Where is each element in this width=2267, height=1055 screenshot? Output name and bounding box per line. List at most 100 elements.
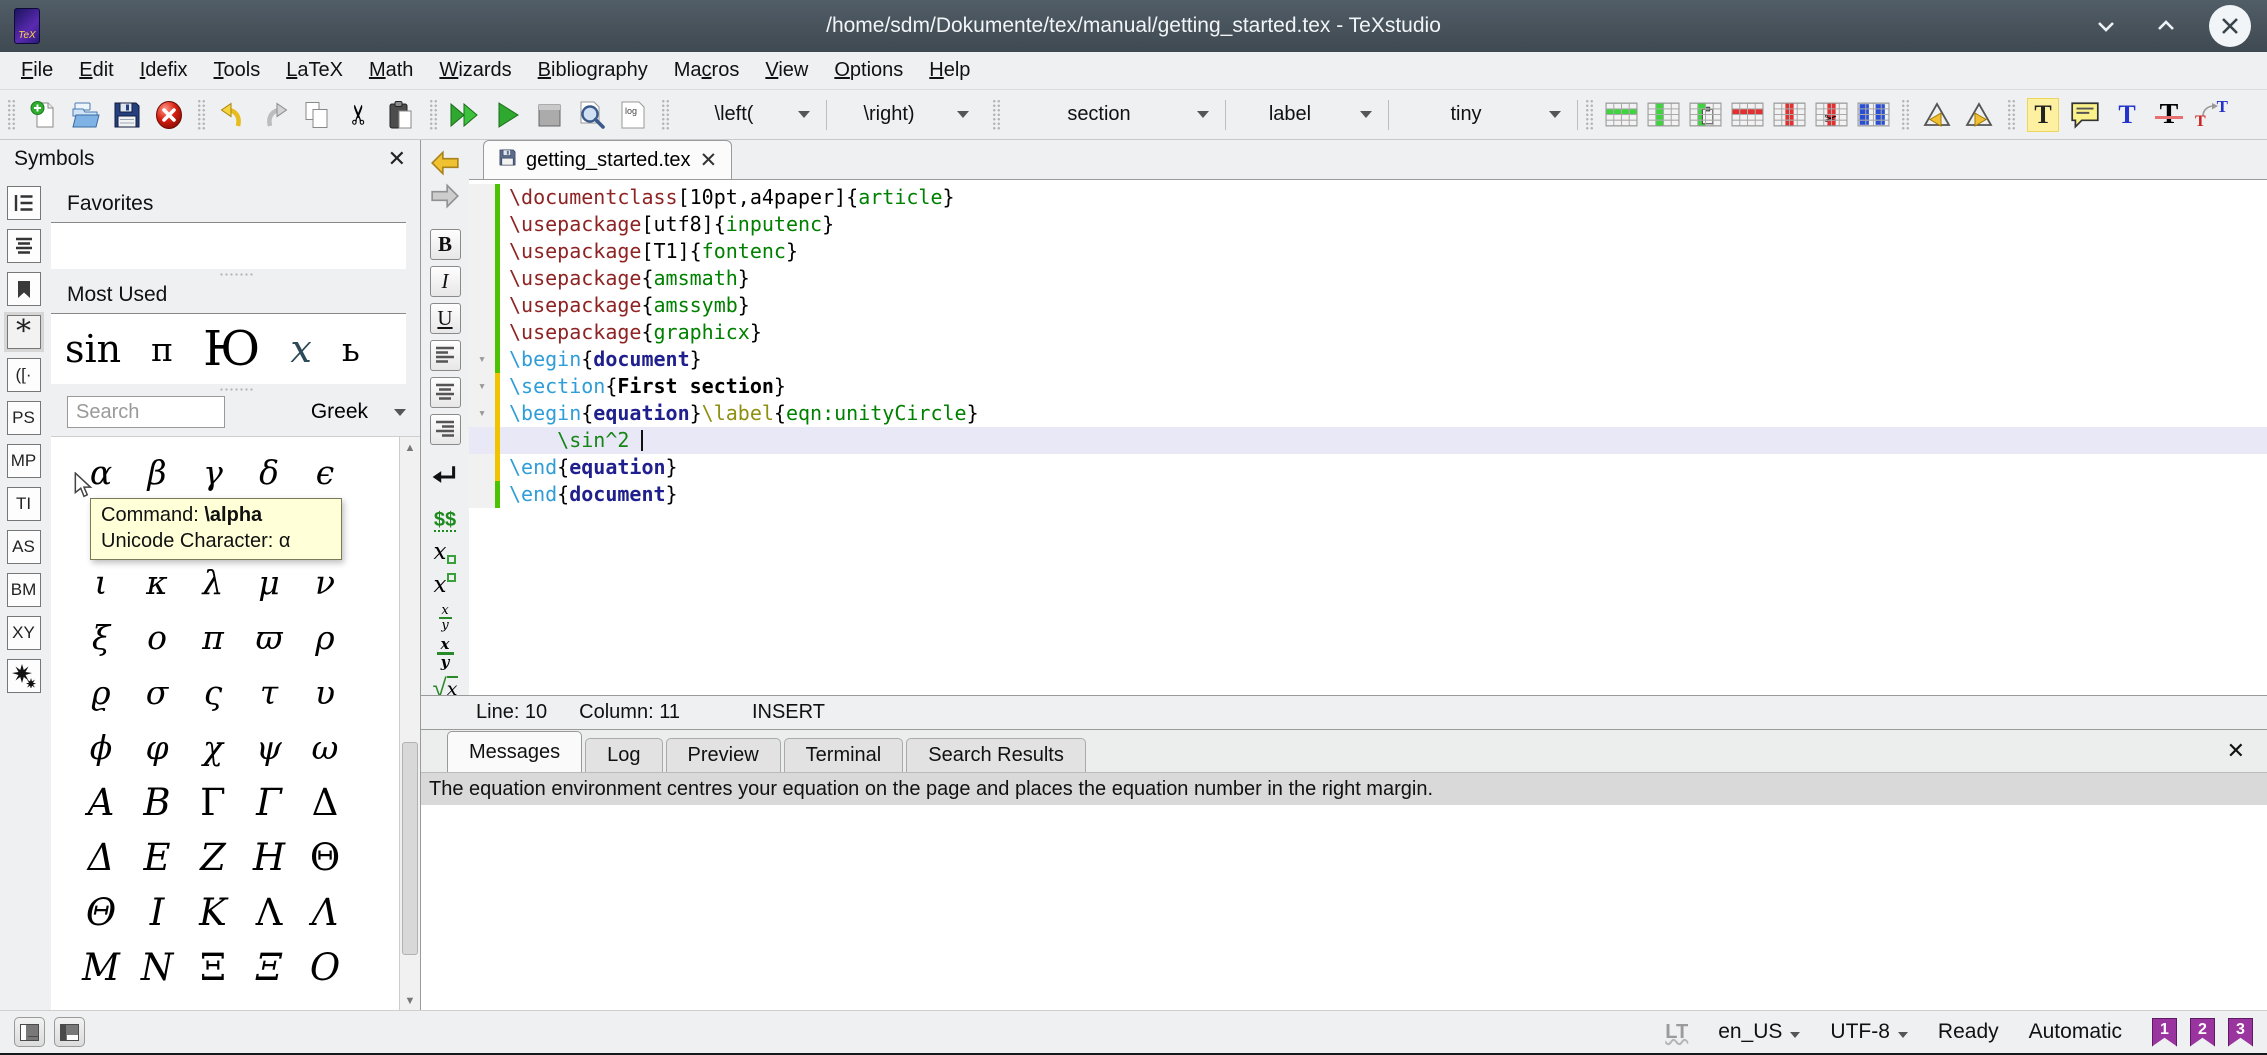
greek-symbol[interactable]: M xyxy=(73,940,129,995)
most-used-symbol[interactable]: Ю xyxy=(203,321,260,377)
output-tab-search-results[interactable]: Search Results xyxy=(906,738,1086,772)
greek-symbol[interactable]: γ xyxy=(185,445,241,500)
toolbar-drag-handle[interactable] xyxy=(2007,99,2015,131)
greek-symbol[interactable]: Θ xyxy=(297,830,353,885)
greek-symbol[interactable]: β xyxy=(129,445,185,500)
greek-symbol[interactable]: ς xyxy=(185,665,241,720)
output-panel-close-icon[interactable]: ✕ xyxy=(2227,738,2245,764)
code-line[interactable]: \usepackage[T1]{fontenc} xyxy=(469,238,2267,265)
most-used-symbol[interactable]: ь xyxy=(342,330,360,369)
greek-symbol[interactable]: Γ xyxy=(185,775,241,830)
side-tab-brackets[interactable]: ([· xyxy=(7,358,41,392)
greek-symbol[interactable]: Δ xyxy=(73,830,129,885)
remove-row-button[interactable] xyxy=(1726,94,1768,136)
undo-button[interactable] xyxy=(212,94,254,136)
combo-tiny[interactable]: tiny xyxy=(1389,95,1577,135)
menu-latex[interactable]: LaTeX xyxy=(273,55,356,86)
superscript-button[interactable]: x xyxy=(428,572,462,598)
text-color-button[interactable]: T xyxy=(2106,94,2148,136)
paste-button[interactable] xyxy=(380,94,422,136)
greek-symbol[interactable]: O xyxy=(297,940,353,995)
greek-symbol[interactable]: ο xyxy=(129,610,185,665)
greek-symbol[interactable]: ω xyxy=(297,720,353,775)
message-row[interactable]: The equation environment centres your eq… xyxy=(421,773,2267,805)
forward-button[interactable] xyxy=(428,183,462,209)
menu-wizards[interactable]: Wizards xyxy=(426,55,524,86)
greek-symbol[interactable]: φ xyxy=(129,720,185,775)
fold-marker-icon[interactable]: ▾ xyxy=(469,373,495,400)
bookmark-3-button[interactable]: 3 xyxy=(2228,1018,2253,1047)
greek-symbol[interactable]: ϕ xyxy=(73,720,129,775)
toolbar-drag-handle[interactable] xyxy=(1585,99,1593,131)
cut-button[interactable]: ✂ xyxy=(338,94,380,136)
spellcheck-language-select[interactable]: en_US xyxy=(1718,1020,1800,1044)
greek-symbol[interactable]: δ xyxy=(241,445,297,500)
align-columns-button[interactable] xyxy=(1852,94,1894,136)
align-right-button[interactable] xyxy=(428,414,462,444)
redo-button[interactable] xyxy=(254,94,296,136)
overwrite-text-button[interactable]: TT xyxy=(2190,94,2232,136)
greek-symbol[interactable]: I xyxy=(129,885,185,940)
fold-marker-icon[interactable]: ▾ xyxy=(469,346,495,373)
toolbar-drag-handle[interactable] xyxy=(661,99,669,131)
editor-tab-close-icon[interactable]: ✕ xyxy=(700,148,718,173)
line-break-button[interactable] xyxy=(428,464,462,490)
subscript-button[interactable]: x xyxy=(428,539,462,565)
back-button[interactable] xyxy=(428,150,462,176)
symbol-search-input[interactable] xyxy=(67,396,225,428)
side-tab-ti-symbols[interactable]: TI xyxy=(7,487,41,521)
toolbar-drag-handle[interactable] xyxy=(197,99,205,131)
side-tab-xy-symbols[interactable]: XY xyxy=(7,616,41,650)
bookmark-2-button[interactable]: 2 xyxy=(2190,1018,2215,1047)
maximize-button[interactable] xyxy=(2149,9,2183,43)
build-and-view-button[interactable] xyxy=(444,94,486,136)
output-tab-preview[interactable]: Preview xyxy=(666,738,781,772)
save-file-button[interactable] xyxy=(106,94,148,136)
view-log-button[interactable]: log xyxy=(612,94,654,136)
splitter-handle[interactable] xyxy=(51,269,420,279)
toolbar-drag-handle[interactable] xyxy=(429,99,437,131)
view-button[interactable] xyxy=(486,94,528,136)
code-line[interactable]: \sin^2 xyxy=(469,427,2267,454)
code-line[interactable]: ▾\begin{document} xyxy=(469,346,2267,373)
greek-symbol[interactable]: μ xyxy=(241,555,297,610)
menu-math[interactable]: Math xyxy=(356,55,426,86)
most-used-list[interactable]: sinпЮxь xyxy=(51,314,406,384)
next-change-button[interactable] xyxy=(1958,94,2000,136)
align-center-button[interactable] xyxy=(428,377,462,407)
toolbar-drag-handle[interactable] xyxy=(1901,99,1909,131)
symbols-panel-close-icon[interactable]: ✕ xyxy=(388,146,406,172)
combo-left[interactable]: \left( xyxy=(676,95,826,135)
chevron-down-icon[interactable] xyxy=(394,409,406,416)
greek-symbol[interactable]: Γ xyxy=(241,775,297,830)
symbol-grid-scrollbar[interactable]: ▲ ▼ xyxy=(399,437,420,1012)
greek-symbol[interactable]: ψ xyxy=(241,720,297,775)
toolbar-drag-handle[interactable] xyxy=(7,99,15,131)
code-line[interactable]: \usepackage{amssymb} xyxy=(469,292,2267,319)
favorites-list[interactable] xyxy=(51,223,406,269)
greek-symbol[interactable]: Θ xyxy=(73,885,129,940)
minimize-button[interactable] xyxy=(2089,9,2123,43)
code-line[interactable]: \end{document} xyxy=(469,481,2267,508)
greek-symbol[interactable]: π xyxy=(185,610,241,665)
comment-button[interactable] xyxy=(2064,94,2106,136)
menu-edit[interactable]: Edit xyxy=(66,55,126,86)
fraction-small-button[interactable]: xy xyxy=(428,605,462,631)
underline-button[interactable]: U xyxy=(428,303,462,333)
greek-symbol[interactable]: A xyxy=(73,775,129,830)
add-row-button[interactable] xyxy=(1600,94,1642,136)
scroll-down-icon[interactable]: ▼ xyxy=(400,992,420,1010)
greek-symbol[interactable]: Ξ xyxy=(241,940,297,995)
code-line[interactable]: ▾\begin{equation}\label{eqn:unityCircle} xyxy=(469,400,2267,427)
splitter-handle[interactable] xyxy=(51,384,420,394)
greek-symbol[interactable]: ξ xyxy=(73,610,129,665)
greek-symbol[interactable]: ρ xyxy=(297,610,353,665)
menu-bibliography[interactable]: Bibliography xyxy=(525,55,661,86)
side-tab-ps-symbols[interactable]: PS xyxy=(7,401,41,435)
scroll-up-icon[interactable]: ▲ xyxy=(400,439,420,457)
menu-macros[interactable]: Macros xyxy=(661,55,753,86)
code-line[interactable]: \usepackage[utf8]{inputenc} xyxy=(469,211,2267,238)
menu-file[interactable]: File xyxy=(8,55,66,86)
code-line[interactable]: \end{equation} xyxy=(469,454,2267,481)
stop-button[interactable] xyxy=(528,94,570,136)
